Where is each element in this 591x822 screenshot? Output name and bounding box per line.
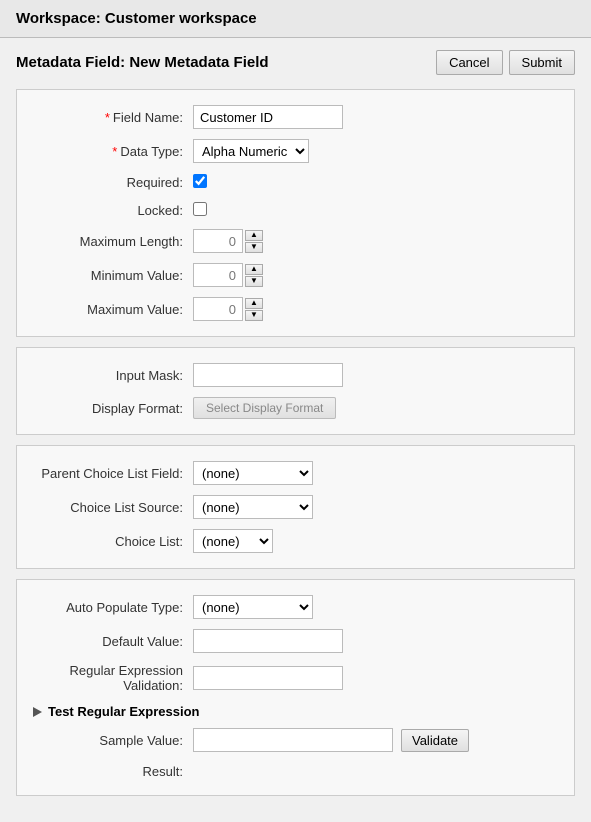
- result-label: Result:: [33, 764, 193, 779]
- choice-list-label: Choice List:: [33, 534, 193, 549]
- field-name-required-star: *: [105, 110, 110, 125]
- auto-populate-select[interactable]: (none): [193, 595, 313, 619]
- data-type-required-star: *: [112, 144, 117, 159]
- max-length-spinner-buttons: ▲ ▼: [245, 230, 263, 253]
- max-value-down-button[interactable]: ▼: [245, 310, 263, 321]
- choice-list-source-row: Choice List Source: (none): [17, 490, 574, 524]
- workspace-title: Workspace: Customer workspace: [0, 0, 591, 38]
- sample-value-input[interactable]: [193, 728, 393, 752]
- choice-list-source-label: Choice List Source:: [33, 500, 193, 515]
- cancel-button[interactable]: Cancel: [436, 50, 502, 75]
- min-value-spinner-buttons: ▲ ▼: [245, 264, 263, 287]
- max-length-control: ▲ ▼: [193, 229, 558, 253]
- sample-value-label: Sample Value:: [33, 733, 193, 748]
- locked-checkbox[interactable]: [193, 202, 207, 216]
- display-format-label: Display Format:: [33, 401, 193, 416]
- field-name-row: *Field Name:: [17, 100, 574, 134]
- auto-populate-section: Auto Populate Type: (none) Default Value…: [16, 579, 575, 796]
- min-value-control: ▲ ▼: [193, 263, 558, 287]
- metadata-header: Metadata Field: New Metadata Field Cance…: [16, 50, 575, 75]
- data-type-row: *Data Type: Alpha Numeric Numeric Date B…: [17, 134, 574, 168]
- min-value-row: Minimum Value: ▲ ▼: [17, 258, 574, 292]
- default-value-row: Default Value:: [17, 624, 574, 658]
- choice-list-row: Choice List: (none): [17, 524, 574, 558]
- choice-list-control: (none): [193, 529, 558, 553]
- display-format-row: Display Format: Select Display Format: [17, 392, 574, 424]
- min-value-up-button[interactable]: ▲: [245, 264, 263, 275]
- max-value-spinner-buttons: ▲ ▼: [245, 298, 263, 321]
- sample-value-control: Validate: [193, 728, 558, 752]
- mask-format-section: Input Mask: Display Format: Select Displ…: [16, 347, 575, 435]
- input-mask-input[interactable]: [193, 363, 343, 387]
- auto-populate-label: Auto Populate Type:: [33, 600, 193, 615]
- parent-choice-select[interactable]: (none): [193, 461, 313, 485]
- required-label: Required:: [33, 175, 193, 190]
- min-value-down-button[interactable]: ▼: [245, 276, 263, 287]
- choice-list-section: Parent Choice List Field: (none) Choice …: [16, 445, 575, 569]
- min-value-label: Minimum Value:: [33, 268, 193, 283]
- min-value-input[interactable]: [193, 263, 243, 287]
- core-fields-section: *Field Name: *Data Type: Alpha Numeric N…: [16, 89, 575, 337]
- input-mask-label: Input Mask:: [33, 368, 193, 383]
- locked-label: Locked:: [33, 203, 193, 218]
- submit-button[interactable]: Submit: [509, 50, 575, 75]
- default-value-label: Default Value:: [33, 634, 193, 649]
- required-control: [193, 174, 558, 191]
- display-format-control: Select Display Format: [193, 397, 558, 419]
- choice-list-select[interactable]: (none): [193, 529, 273, 553]
- regex-label: Regular Expression Validation:: [33, 663, 193, 693]
- max-length-label: Maximum Length:: [33, 234, 193, 249]
- required-row: Required:: [17, 168, 574, 196]
- choice-list-source-select[interactable]: (none): [193, 495, 313, 519]
- max-value-input[interactable]: [193, 297, 243, 321]
- input-mask-control: [193, 363, 558, 387]
- result-row: Result:: [17, 757, 574, 785]
- default-value-control: [193, 629, 558, 653]
- choice-list-source-control: (none): [193, 495, 558, 519]
- field-name-label: *Field Name:: [33, 110, 193, 125]
- locked-row: Locked:: [17, 196, 574, 224]
- max-length-up-button[interactable]: ▲: [245, 230, 263, 241]
- parent-choice-label: Parent Choice List Field:: [33, 466, 193, 481]
- regex-control: [193, 666, 558, 690]
- max-value-control: ▲ ▼: [193, 297, 558, 321]
- select-display-format-button[interactable]: Select Display Format: [193, 397, 336, 419]
- test-re-label: Test Regular Expression: [48, 704, 199, 719]
- field-name-input[interactable]: [193, 105, 343, 129]
- auto-populate-row: Auto Populate Type: (none): [17, 590, 574, 624]
- validate-button[interactable]: Validate: [401, 729, 469, 752]
- field-name-control: [193, 105, 558, 129]
- parent-choice-control: (none): [193, 461, 558, 485]
- min-value-spinner: ▲ ▼: [193, 263, 558, 287]
- test-re-header: Test Regular Expression: [17, 698, 574, 723]
- sample-value-row: Sample Value: Validate: [17, 723, 574, 757]
- metadata-title: Metadata Field: New Metadata Field: [16, 54, 269, 71]
- max-length-row: Maximum Length: ▲ ▼: [17, 224, 574, 258]
- max-length-spinner: ▲ ▼: [193, 229, 558, 253]
- btn-group: Cancel Submit: [436, 50, 575, 75]
- auto-populate-control: (none): [193, 595, 558, 619]
- max-value-spinner: ▲ ▼: [193, 297, 558, 321]
- default-value-input[interactable]: [193, 629, 343, 653]
- max-value-label: Maximum Value:: [33, 302, 193, 317]
- input-mask-row: Input Mask:: [17, 358, 574, 392]
- parent-choice-row: Parent Choice List Field: (none): [17, 456, 574, 490]
- main-content: Metadata Field: New Metadata Field Cance…: [0, 38, 591, 822]
- data-type-select[interactable]: Alpha Numeric Numeric Date Boolean List: [193, 139, 309, 163]
- page-wrapper: Workspace: Customer workspace Metadata F…: [0, 0, 591, 822]
- max-value-row: Maximum Value: ▲ ▼: [17, 292, 574, 326]
- data-type-label: *Data Type:: [33, 144, 193, 159]
- max-value-up-button[interactable]: ▲: [245, 298, 263, 309]
- locked-control: [193, 202, 558, 219]
- test-re-triangle-icon: [33, 707, 42, 717]
- max-length-input[interactable]: [193, 229, 243, 253]
- data-type-control: Alpha Numeric Numeric Date Boolean List: [193, 139, 558, 163]
- required-checkbox[interactable]: [193, 174, 207, 188]
- regex-input[interactable]: [193, 666, 343, 690]
- regex-row: Regular Expression Validation:: [17, 658, 574, 698]
- max-length-down-button[interactable]: ▼: [245, 242, 263, 253]
